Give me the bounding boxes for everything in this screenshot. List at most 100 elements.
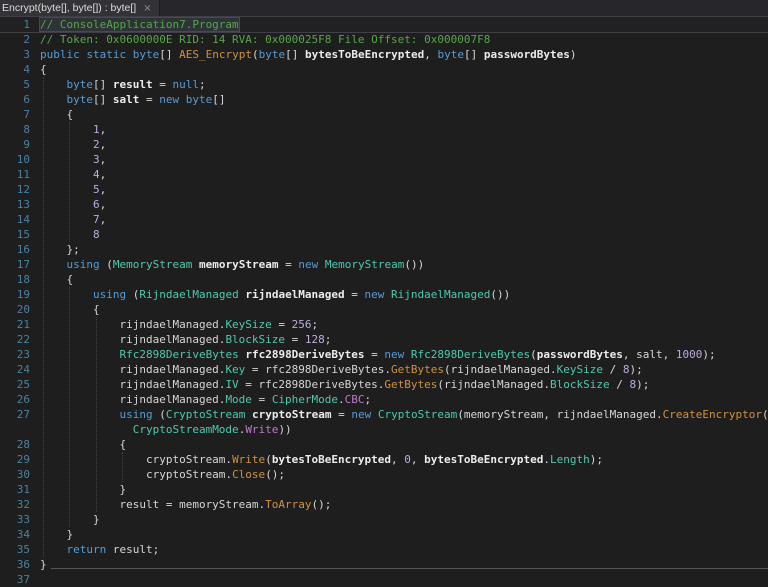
line-number: 37: [16, 573, 30, 586]
line-number: 3: [23, 48, 30, 61]
code-text: 7,: [92, 213, 107, 226]
code-text: rijndaelManaged.Mode = CipherMode.CBC;: [40, 393, 372, 406]
code-text: using (CryptoStream cryptoStream = new C…: [119, 408, 768, 421]
code-line[interactable]: 29 cryptoStream.Write(bytesToBeEncrypted…: [0, 452, 768, 467]
code-text: 5,: [92, 183, 107, 196]
line-number: 33: [16, 513, 30, 526]
code-text: }: [40, 513, 100, 526]
line-number: [0, 422, 36, 437]
line-number: 25: [16, 378, 30, 391]
line-number: 36: [16, 558, 30, 571]
code-text: 4,: [92, 168, 107, 181]
tab-close-icon[interactable]: ×: [143, 0, 151, 17]
code-line[interactable]: 22 rijndaelManaged.BlockSize = 128;: [0, 332, 768, 347]
code-line[interactable]: 36}: [0, 557, 768, 572]
code-editor[interactable]: 1 // ConsoleApplication7.Program 2 // Token…: [0, 17, 768, 586]
line-number: 34: [16, 528, 30, 541]
code-text: CryptoStreamMode.Write)): [132, 423, 292, 436]
code-text: {: [40, 303, 100, 316]
tab-title: Encrypt(byte[], byte[]) : byte[]: [2, 2, 137, 14]
code-text: return result;: [66, 543, 160, 556]
code-text: result = memoryStream.ToArray();: [40, 498, 332, 511]
code-line[interactable]: 25 rijndaelManaged.IV = rfc2898DeriveByt…: [0, 377, 768, 392]
code-line[interactable]: 4{: [0, 62, 768, 77]
code-text: }: [40, 483, 127, 496]
end-of-member-rule: [50, 568, 768, 569]
code-line[interactable]: 12 5,: [0, 182, 768, 197]
line-number: 31: [16, 483, 30, 496]
line-number: 14: [16, 213, 30, 226]
code-line[interactable]: 14 7,: [0, 212, 768, 227]
code-text: 6,: [92, 198, 107, 211]
code-text: rijndaelManaged.BlockSize = 128;: [40, 333, 332, 346]
code-line[interactable]: 15 8: [0, 227, 768, 242]
code-line[interactable]: CryptoStreamMode.Write)): [0, 422, 768, 437]
line-number: 1: [23, 18, 30, 31]
code-text: 1,: [92, 123, 107, 136]
code-line[interactable]: 27 using (CryptoStream cryptoStream = ne…: [0, 407, 768, 422]
code-text: byte[] result = null;: [66, 78, 206, 91]
line-number: 23: [16, 348, 30, 361]
code-line[interactable]: 3 public static byte[] AES_Encrypt(byte[]…: [0, 47, 768, 62]
line-number: 24: [16, 363, 30, 376]
line-number: 32: [16, 498, 30, 511]
code-line[interactable]: 33 }: [0, 512, 768, 527]
line-number: 12: [16, 183, 30, 196]
line-number: 17: [16, 258, 30, 271]
code-line[interactable]: 31 }: [0, 482, 768, 497]
code-line[interactable]: 10 3,: [0, 152, 768, 167]
code-area: 1 // ConsoleApplication7.Program 2 // Token…: [0, 17, 768, 587]
code-text: 8: [92, 228, 100, 241]
code-text: // Token: 0x0600000E RID: 14 RVA: 0x0000…: [40, 33, 491, 46]
code-line[interactable]: 17 using (MemoryStream memoryStream = ne…: [0, 257, 768, 272]
code-line[interactable]: 21 rijndaelManaged.KeySize = 256;: [0, 317, 768, 332]
code-line[interactable]: 19 using (RijndaelManaged rijndaelManage…: [0, 287, 768, 302]
code-line[interactable]: 20 {: [0, 302, 768, 317]
code-line[interactable]: 7 {: [0, 107, 768, 122]
code-line[interactable]: 11 4,: [0, 167, 768, 182]
code-line[interactable]: 35 return result;: [0, 542, 768, 557]
code-text: rijndaelManaged.KeySize = 256;: [40, 318, 319, 331]
line-number: 9: [23, 138, 30, 151]
code-line[interactable]: 30 cryptoStream.Close();: [0, 467, 768, 482]
code-line[interactable]: 16 };: [0, 242, 768, 257]
code-text: }: [40, 528, 74, 541]
code-text: 3,: [92, 153, 107, 166]
code-line[interactable]: 5 byte[] result = null;: [0, 77, 768, 92]
code-text: {: [40, 63, 47, 76]
code-line[interactable]: 6 byte[] salt = new byte[]: [0, 92, 768, 107]
line-number: 30: [16, 468, 30, 481]
line-number: 2: [23, 33, 30, 46]
line-number: 19: [16, 288, 30, 301]
document-tab[interactable]: Encrypt(byte[], byte[]) : byte[] ×: [0, 0, 160, 17]
code-line[interactable]: 13 6,: [0, 197, 768, 212]
code-text: // ConsoleApplication7.Program: [40, 18, 239, 31]
line-number: 35: [16, 543, 30, 556]
code-line[interactable]: 28 {: [0, 437, 768, 452]
editor-window: { "colors": { "background": "#1E1E1E", "…: [0, 0, 768, 586]
code-line[interactable]: 1 // ConsoleApplication7.Program: [0, 17, 768, 32]
code-text: {: [40, 108, 74, 121]
code-line[interactable]: 32 result = memoryStream.ToArray();: [0, 497, 768, 512]
code-line[interactable]: 37: [0, 572, 768, 587]
code-line[interactable]: 2 // Token: 0x0600000E RID: 14 RVA: 0x000…: [0, 32, 768, 47]
code-line[interactable]: 26 rijndaelManaged.Mode = CipherMode.CBC…: [0, 392, 768, 407]
code-text: using (MemoryStream memoryStream = new M…: [66, 258, 425, 271]
line-number: 10: [16, 153, 30, 166]
code-text: 2,: [92, 138, 107, 151]
code-text: cryptoStream.Close();: [40, 468, 286, 481]
code-text: public static byte[] AES_Encrypt(byte[] …: [40, 48, 577, 61]
code-line[interactable]: 8 1,: [0, 122, 768, 137]
code-line[interactable]: 9 2,: [0, 137, 768, 152]
line-number: 15: [16, 228, 30, 241]
code-text: Rfc2898DeriveBytes rfc2898DeriveBytes = …: [119, 348, 716, 361]
line-number: 27: [16, 408, 30, 421]
code-line[interactable]: 34 }: [0, 527, 768, 542]
code-text: {: [40, 273, 74, 286]
code-line[interactable]: 18 {: [0, 272, 768, 287]
code-line[interactable]: 24 rijndaelManaged.Key = rfc2898DeriveBy…: [0, 362, 768, 377]
code-line[interactable]: 23 Rfc2898DeriveBytes rfc2898DeriveBytes…: [0, 347, 768, 362]
code-text: rijndaelManaged.Key = rfc2898DeriveBytes…: [40, 363, 643, 376]
line-number: 29: [16, 453, 30, 466]
